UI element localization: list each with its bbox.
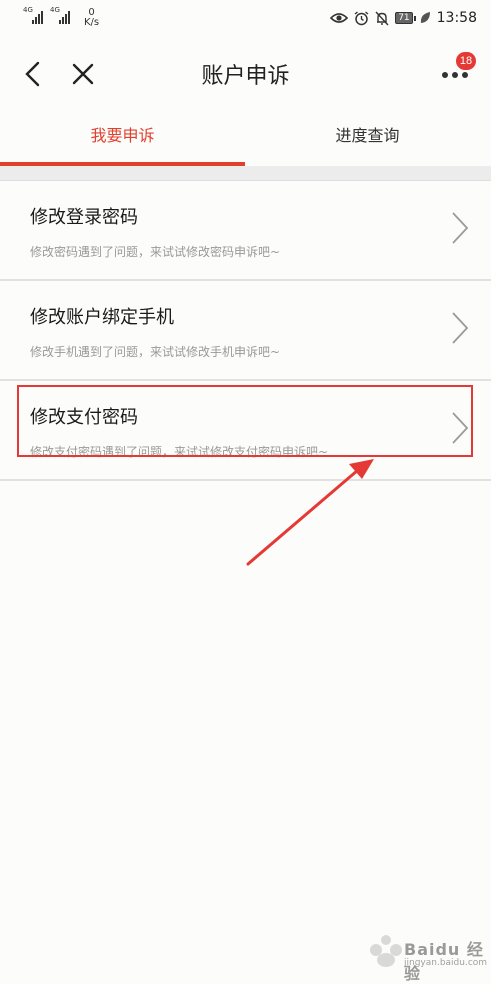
notification-badge: 18 <box>456 52 476 70</box>
alarm-icon <box>354 10 369 25</box>
network-speed: 0 K/s <box>84 8 99 28</box>
eye-icon <box>330 13 349 23</box>
status-bar: 4G 4G 0 K/s 71 13:58 <box>0 0 491 40</box>
annotation-highlight-box <box>17 385 473 457</box>
battery-icon: 71 <box>395 12 417 24</box>
watermark-url: jingyan.baidu.com <box>404 958 488 968</box>
status-left: 4G 4G 0 K/s <box>23 6 99 28</box>
signal-icon: 4G <box>23 6 43 24</box>
app-header: 账户申诉 <box>0 40 491 110</box>
chevron-right-icon <box>452 312 469 344</box>
chevron-right-icon <box>452 212 469 244</box>
section-divider <box>0 166 491 181</box>
mute-icon <box>375 11 389 25</box>
signal-icon: 4G <box>50 6 70 24</box>
leaf-icon <box>420 12 430 23</box>
tab-my-appeal[interactable]: 我要申诉 <box>0 110 245 162</box>
item-subtitle: 修改手机遇到了问题，来试试修改手机申诉吧~ <box>30 345 281 359</box>
list-item-login-password[interactable]: 修改登录密码 修改密码遇到了问题，来试试修改密码申诉吧~ <box>0 181 491 281</box>
network-type-2: 4G <box>50 6 60 14</box>
item-subtitle: 修改密码遇到了问题，来试试修改密码申诉吧~ <box>30 245 281 259</box>
network-type-1: 4G <box>23 6 33 14</box>
list-item-bind-phone[interactable]: 修改账户绑定手机 修改手机遇到了问题，来试试修改手机申诉吧~ <box>0 281 491 381</box>
clock: 13:58 <box>436 10 477 26</box>
item-title: 修改账户绑定手机 <box>30 307 174 328</box>
tab-bar: 我要申诉 进度查询 <box>0 110 491 166</box>
status-right: 71 13:58 <box>330 10 477 26</box>
item-title: 修改登录密码 <box>30 207 138 228</box>
more-icon[interactable] <box>440 68 472 82</box>
page-title: 账户申诉 <box>201 64 290 89</box>
tab-progress-query[interactable]: 进度查询 <box>245 110 490 162</box>
speed-unit: K/s <box>84 17 100 28</box>
